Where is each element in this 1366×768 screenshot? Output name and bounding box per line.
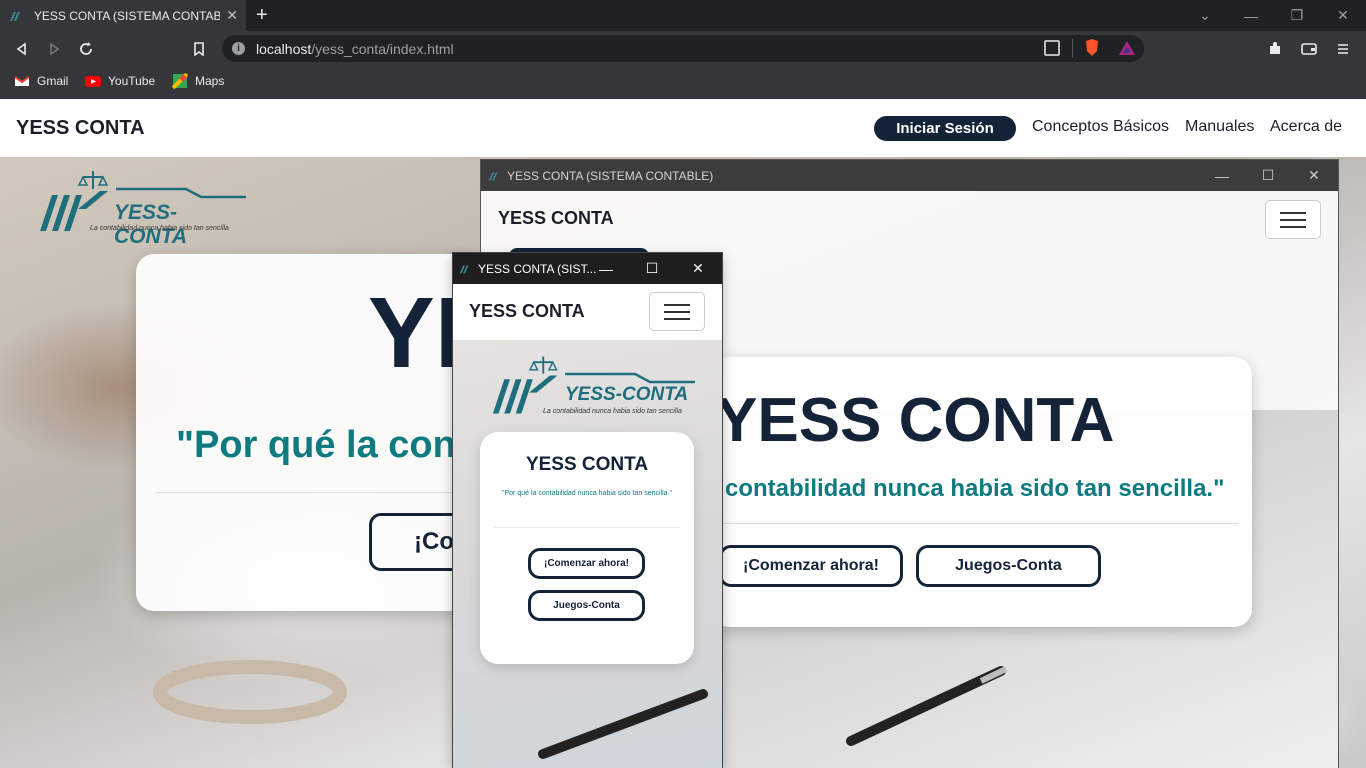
window-favicon-icon [488,172,498,181]
brave-shield-icon[interactable] [1084,39,1100,57]
start-button[interactable]: ¡Comenzar ahora! [719,545,903,587]
hero-quote: contabilidad nunca habia sido tan sencil… [725,475,1225,502]
nav-manuales[interactable]: Manuales [1185,118,1254,136]
window-small-content: YESS CONTA YESS-CONTA La contabilidad nu… [453,284,722,768]
site-logo: YESS-CONTA La contabilidad nunca habia s… [491,354,701,420]
close-icon[interactable]: ✕ [675,253,721,284]
close-icon[interactable]: ✕ [1291,160,1337,191]
logo-tagline: La contabilidad nunca habia sido tan sen… [543,408,682,415]
bookmarks-bar: Gmail YouTube Maps [0,66,1366,99]
window-small-navbar: YESS CONTA [453,284,722,340]
window-medium-titlebar: YESS CONTA (SISTEMA CONTABLE) — ☐ ✕ [481,160,1338,191]
hero-card: YESS CONTA contabilidad nunca habia sido… [711,357,1252,627]
site-info-icon[interactable]: i [232,42,245,55]
window-small-title: YESS CONTA (SIST... [478,262,597,276]
login-button[interactable]: Iniciar Sesión [874,116,1016,141]
browser-toolbar: i localhost/yess_conta/index.html [0,31,1366,66]
url-text: localhost/yess_conta/index.html [256,41,454,57]
hamburger-menu-icon[interactable] [1265,200,1321,239]
hero-card: YE "Por qué la con ¡Co [136,254,501,611]
site-brand[interactable]: YESS CONTA [16,117,145,140]
close-window-icon[interactable]: ✕ [1320,0,1366,31]
bookmark-icon[interactable] [187,37,211,61]
site-brand[interactable]: YESS CONTA [469,301,585,322]
tab-strip: YESS CONTA (SISTEMA CONTABLE) ✕ + ⌄ — ❐ … [0,0,1366,31]
site-logo: YESS-CONTA La contabilidad nunca habia s… [38,169,248,248]
site-navbar: YESS CONTA Iniciar Sesión Conceptos Bási… [0,99,1366,157]
wallet-icon[interactable] [1297,37,1321,61]
hero-divider [156,492,456,493]
bookmark-gmail[interactable]: Gmail [14,73,68,89]
maximize-icon[interactable]: ☐ [1245,160,1291,191]
hero-quote: "Por qué la con [176,424,456,466]
qr-code-icon[interactable] [1044,40,1060,56]
hero-divider [719,523,1239,524]
background-pen-image [846,666,1008,746]
games-button[interactable]: Juegos-Conta [528,590,645,621]
hamburger-menu-icon[interactable] [649,292,705,331]
nav-conceptos-basicos[interactable]: Conceptos Básicos [1032,118,1169,136]
reload-icon[interactable] [74,37,98,61]
forward-icon[interactable] [42,37,66,61]
scales-logo-icon [40,171,109,231]
games-button[interactable]: Juegos-Conta [916,545,1101,587]
minimize-icon[interactable]: — [583,253,629,284]
restore-icon[interactable]: ❐ [1274,0,1320,31]
gmail-icon [14,76,30,86]
background-pen-image [538,689,708,759]
logo-tagline: La contabilidad nunca habia sido tan sen… [90,225,229,232]
tab-search-icon[interactable]: ⌄ [1182,0,1228,31]
hero-title: YESS CONTA [716,386,1115,455]
bookmark-youtube[interactable]: YouTube [85,73,155,89]
logo-roof-line [565,372,695,384]
browser-tab[interactable]: YESS CONTA (SISTEMA CONTABLE) ✕ [0,0,246,31]
bookmark-maps[interactable]: Maps [172,73,224,89]
scales-logo-icon [492,356,558,414]
menu-icon[interactable] [1331,37,1355,61]
hero-card: YESS CONTA "Por qué la contabilidad nunc… [480,432,694,664]
site-brand[interactable]: YESS CONTA [498,208,614,229]
tab-title: YESS CONTA (SISTEMA CONTABLE) [33,8,221,23]
hero-divider [494,527,680,528]
window-small: YESS CONTA (SIST... — ☐ ✕ YESS CONTA YES… [453,253,722,768]
maximize-icon[interactable]: ☐ [629,253,675,284]
close-tab-icon[interactable]: ✕ [226,7,238,24]
logo-text: YESS-CONTA [565,384,689,405]
new-tab-icon[interactable]: + [256,4,268,27]
background-donut-chart [153,660,347,724]
start-button[interactable]: ¡Comenzar ahora! [528,548,645,579]
youtube-icon [85,76,101,87]
window-medium-title: YESS CONTA (SISTEMA CONTABLE) [507,169,714,183]
brave-rewards-icon[interactable] [1118,40,1136,56]
site-favicon-icon [9,11,20,21]
maps-icon [172,73,188,89]
minimize-icon[interactable]: — [1199,160,1245,191]
logo-roof-line [116,187,246,199]
address-bar[interactable]: i localhost/yess_conta/index.html [222,35,1144,62]
extensions-icon[interactable] [1263,37,1287,61]
back-icon[interactable] [10,37,34,61]
window-small-titlebar: YESS CONTA (SIST... — ☐ ✕ [453,253,722,284]
nav-acerca-de[interactable]: Acerca de [1270,118,1342,136]
minimize-icon[interactable]: — [1228,0,1274,31]
window-favicon-icon [459,265,469,274]
hero-title: YESS CONTA [525,454,649,475]
hero-quote: "Por qué la contabilidad nunca habia sid… [502,490,672,497]
